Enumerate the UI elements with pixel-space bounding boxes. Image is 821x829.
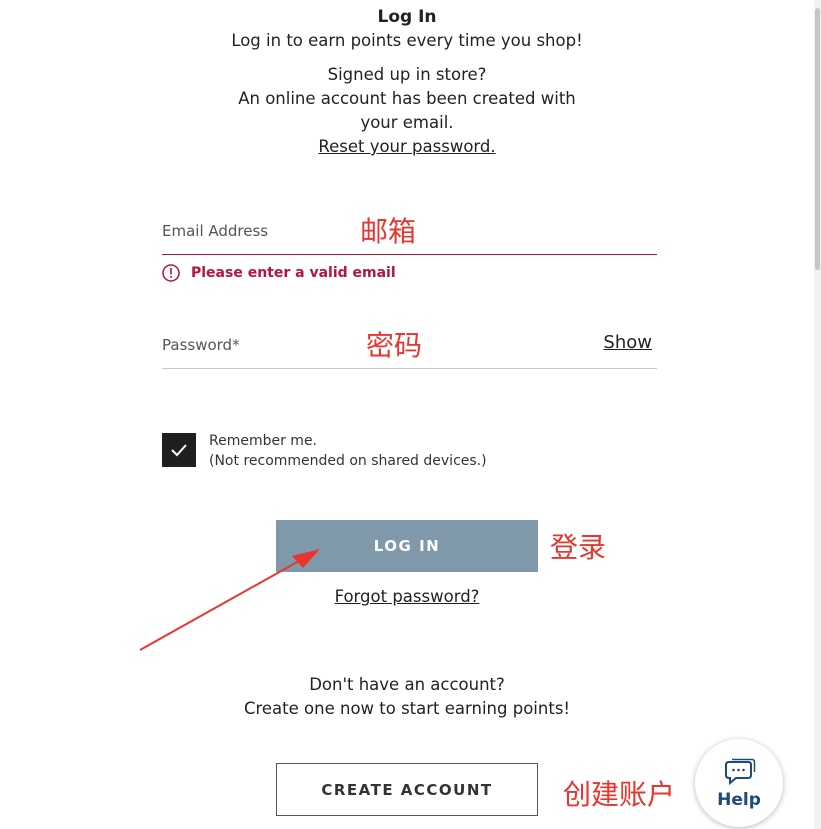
create-account-button[interactable]: CREATE ACCOUNT — [276, 763, 538, 816]
chat-icon — [722, 758, 756, 788]
create-one-text: Create one now to start earning points! — [243, 699, 571, 718]
forgot-password-link[interactable]: Forgot password? — [335, 587, 480, 606]
help-button[interactable]: Help — [695, 739, 783, 827]
no-account-text: Don't have an account? — [309, 675, 505, 694]
help-label: Help — [717, 790, 761, 810]
create-account-annotation: 创建账户 — [563, 778, 676, 811]
forgot-password-row: Forgot password? — [0, 587, 814, 606]
